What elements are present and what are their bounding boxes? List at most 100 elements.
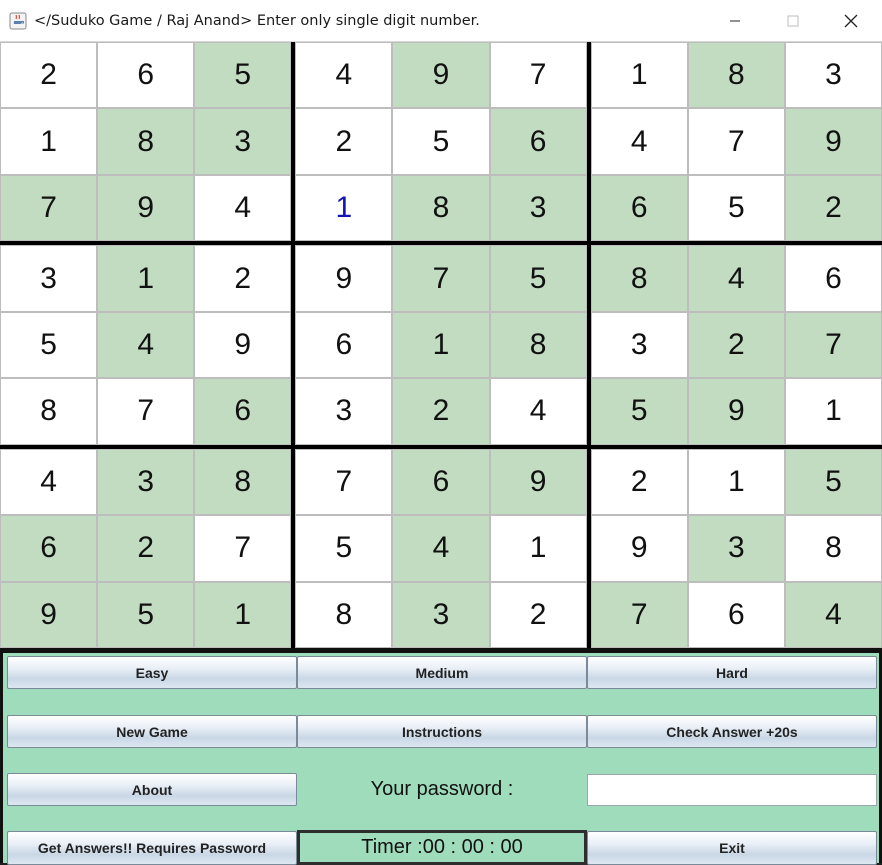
sudoku-cell: 3 [97,448,195,516]
sudoku-cell[interactable]: 2 [0,42,98,109]
sudoku-cell[interactable]: 4 [590,108,688,175]
sudoku-cell: 6 [194,378,292,445]
sudoku-cell[interactable]: 1 [0,108,98,175]
exit-button[interactable]: Exit [587,831,877,865]
sudoku-cell: 9 [489,448,587,516]
minimize-button[interactable] [706,0,764,42]
sudoku-cell[interactable]: 3 [295,378,393,445]
sudoku-cell: 9 [784,108,882,175]
sudoku-board: 2654971831832564797941836523129758465496… [0,42,882,648]
sudoku-cell[interactable]: 9 [194,311,292,379]
sudoku-cell[interactable]: 4 [489,378,587,445]
sudoku-cell: 4 [687,245,785,312]
sudoku-cell: 8 [97,108,195,175]
sudoku-cell: 7 [784,311,882,379]
sudoku-cell: 1 [194,581,292,648]
sudoku-cell: 8 [489,311,587,379]
sudoku-cell: 3 [489,174,587,242]
sudoku-cell[interactable]: 6 [784,245,882,312]
close-button[interactable] [822,0,880,42]
hard-button[interactable]: Hard [587,656,877,689]
get-answers-button[interactable]: Get Answers!! Requires Password [7,831,297,865]
sudoku-cell: 7 [590,581,688,648]
sudoku-window: </Suduko Game / Raj Anand> Enter only si… [0,0,882,865]
sudoku-cell: 7 [0,174,98,242]
window-title: </Suduko Game / Raj Anand> Enter only si… [34,13,480,29]
sudoku-cell[interactable]: 2 [590,448,688,516]
sudoku-cell: 5 [194,42,292,109]
easy-button[interactable]: Easy [7,656,297,689]
sudoku-cell[interactable]: 3 [784,42,882,109]
sudoku-cell: 2 [687,311,785,379]
sudoku-cell: 6 [590,174,688,242]
sudoku-cell: 5 [489,245,587,312]
sudoku-cell[interactable]: 7 [97,378,195,445]
sudoku-cell[interactable]: 9 [295,245,393,312]
sudoku-cell: 8 [687,42,785,109]
sudoku-cell: 3 [687,515,785,582]
sudoku-cell: 6 [489,108,587,175]
medium-button[interactable]: Medium [297,656,587,689]
sudoku-cell: 4 [392,515,490,582]
sudoku-cell[interactable]: 8 [784,515,882,582]
sudoku-cell[interactable]: 7 [194,515,292,582]
sudoku-cell[interactable]: 5 [295,515,393,582]
sudoku-cell[interactable]: 3 [0,245,98,312]
sudoku-cell: 2 [392,378,490,445]
sudoku-cell[interactable]: 1 [784,378,882,445]
sudoku-cell[interactable]: 7 [687,108,785,175]
sudoku-cell: 3 [392,581,490,648]
close-icon [844,14,858,28]
sudoku-cell[interactable]: 2 [295,108,393,175]
sudoku-cell[interactable]: 1 [687,448,785,516]
sudoku-cell: 1 [392,311,490,379]
sudoku-cell: 5 [590,378,688,445]
sudoku-cell: 8 [194,448,292,516]
sudoku-cell: 4 [784,581,882,648]
sudoku-cell[interactable]: 1 [489,515,587,582]
password-label: Your password : [370,778,514,800]
sudoku-cell: 9 [0,581,98,648]
sudoku-cell: 9 [97,174,195,242]
sudoku-cell[interactable]: 5 [687,174,785,242]
new-game-button[interactable]: New Game [7,715,297,748]
check-answer-button[interactable]: Check Answer +20s [587,715,877,748]
sudoku-cell[interactable]: 2 [194,245,292,312]
title-bar: </Suduko Game / Raj Anand> Enter only si… [0,0,882,42]
control-panel: Easy Medium Hard New Game Instructions C… [0,648,882,865]
sudoku-cell: 2 [97,515,195,582]
sudoku-cell[interactable]: 3 [590,311,688,379]
timer-display: Timer :00 : 00 : 00 [297,830,587,865]
sudoku-cell[interactable]: 1 [590,42,688,109]
sudoku-cell[interactable]: 7 [489,42,587,109]
password-input[interactable] [587,774,877,806]
sudoku-cell[interactable]: 4 [0,448,98,516]
sudoku-cell[interactable]: 4 [194,174,292,242]
sudoku-cell[interactable]: 5 [392,108,490,175]
sudoku-cell: 9 [687,378,785,445]
sudoku-cell: 5 [97,581,195,648]
minimize-icon [730,20,740,22]
sudoku-cell: 6 [0,515,98,582]
sudoku-cell[interactable]: 9 [590,515,688,582]
instructions-button[interactable]: Instructions [297,715,587,748]
about-button[interactable]: About [7,773,297,806]
sudoku-cell: 7 [392,245,490,312]
sudoku-cell[interactable]: 4 [295,42,393,109]
maximize-button[interactable] [764,0,822,42]
sudoku-cell: 8 [590,245,688,312]
sudoku-cell[interactable]: 2 [489,581,587,648]
sudoku-cell[interactable]: 7 [295,448,393,516]
java-coffee-icon [9,12,27,30]
sudoku-cell[interactable]: 5 [0,311,98,379]
maximize-icon [787,15,799,27]
sudoku-cell[interactable]: 1 [295,174,393,242]
sudoku-cell[interactable]: 8 [295,581,393,648]
sudoku-cell[interactable]: 6 [687,581,785,648]
sudoku-cell[interactable]: 6 [295,311,393,379]
sudoku-cell: 1 [97,245,195,312]
sudoku-cell[interactable]: 8 [0,378,98,445]
sudoku-cell[interactable]: 6 [97,42,195,109]
sudoku-cell: 9 [392,42,490,109]
sudoku-cell: 5 [784,448,882,516]
